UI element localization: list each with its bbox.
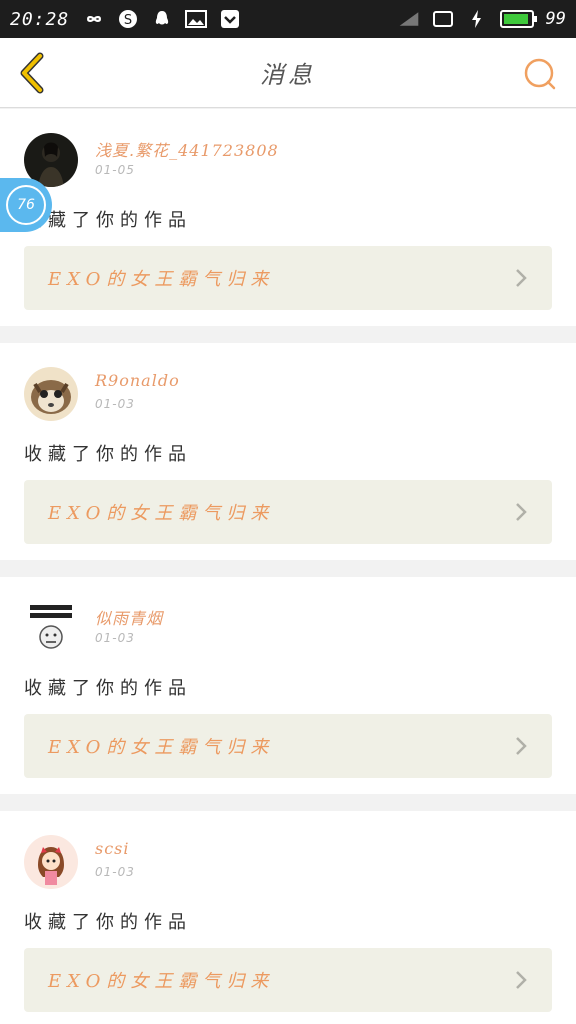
message-card: 似雨青烟 01-03 收藏了你的作品 EXO的女王霸气归来 — [0, 577, 576, 794]
avatar[interactable] — [24, 601, 78, 655]
search-button[interactable] — [522, 56, 558, 92]
message-date: 01-05 — [95, 163, 135, 177]
user-name[interactable]: scsi — [95, 839, 130, 858]
status-right: 99 — [398, 8, 566, 30]
message-list: 浅夏.繁花_441723808 01-05 收藏了你的作品 EXO的女王霸气归来… — [0, 109, 576, 1024]
floating-assistive-button[interactable]: 76 — [0, 178, 52, 232]
avatar[interactable] — [24, 367, 78, 421]
gallery-icon — [185, 8, 208, 30]
battery-percent: 99 — [545, 9, 566, 29]
status-bar: 20:28 S 99 — [0, 0, 576, 38]
chevron-right-icon — [516, 503, 527, 521]
back-button[interactable] — [14, 52, 54, 94]
work-title: EXO的女王霸气归来 — [48, 503, 275, 524]
message-action-text: 收藏了你的作品 — [24, 912, 192, 933]
chevron-right-icon — [516, 269, 527, 287]
qq-icon — [151, 8, 173, 30]
message-action-text: 收藏了你的作品 — [24, 678, 192, 699]
charging-icon — [466, 8, 488, 30]
work-link[interactable]: EXO的女王霸气归来 — [24, 480, 552, 544]
status-time: 20:28 — [10, 8, 70, 30]
page-title: 消息 — [260, 61, 316, 89]
user-name[interactable]: 似雨青烟 — [95, 605, 163, 629]
message-date: 01-03 — [95, 397, 135, 411]
user-name[interactable]: R9onaldo — [95, 371, 180, 390]
message-date: 01-03 — [95, 631, 135, 645]
work-link[interactable]: EXO的女王霸气归来 — [24, 948, 552, 1012]
top-nav-bar: 消息 — [0, 38, 576, 108]
app-s-icon: S — [117, 8, 139, 30]
user-name[interactable]: 浅夏.繁花_441723808 — [95, 137, 279, 161]
floating-badge-ring: 76 — [6, 185, 46, 225]
svg-text:S: S — [124, 13, 132, 28]
download-box-icon — [219, 8, 241, 30]
message-date: 01-03 — [95, 865, 135, 879]
avatar[interactable] — [24, 835, 78, 889]
work-title: EXO的女王霸气归来 — [48, 737, 275, 758]
search-icon — [524, 58, 556, 90]
message-action-text: 收藏了你的作品 — [24, 444, 192, 465]
floating-badge-value: 76 — [17, 197, 35, 213]
signal-icon — [398, 8, 420, 30]
work-title: EXO的女王霸气归来 — [48, 269, 275, 290]
work-link[interactable]: EXO的女王霸气归来 — [24, 714, 552, 778]
chevron-right-icon — [516, 971, 527, 989]
chevron-right-icon — [516, 737, 527, 755]
battery-icon — [499, 10, 537, 28]
message-card: 浅夏.繁花_441723808 01-05 收藏了你的作品 EXO的女王霸气归来 — [0, 109, 576, 326]
tablet-icon — [432, 8, 454, 30]
message-card: R9onaldo 01-03 收藏了你的作品 EXO的女王霸气归来 — [0, 343, 576, 560]
work-title: EXO的女王霸气归来 — [48, 971, 275, 992]
infinity-icon — [83, 8, 105, 30]
status-notification-icons: S — [83, 8, 241, 30]
message-card: scsi 01-03 收藏了你的作品 EXO的女王霸气归来 — [0, 811, 576, 1024]
chevron-left-icon — [20, 52, 44, 94]
work-link[interactable]: EXO的女王霸气归来 — [24, 246, 552, 310]
